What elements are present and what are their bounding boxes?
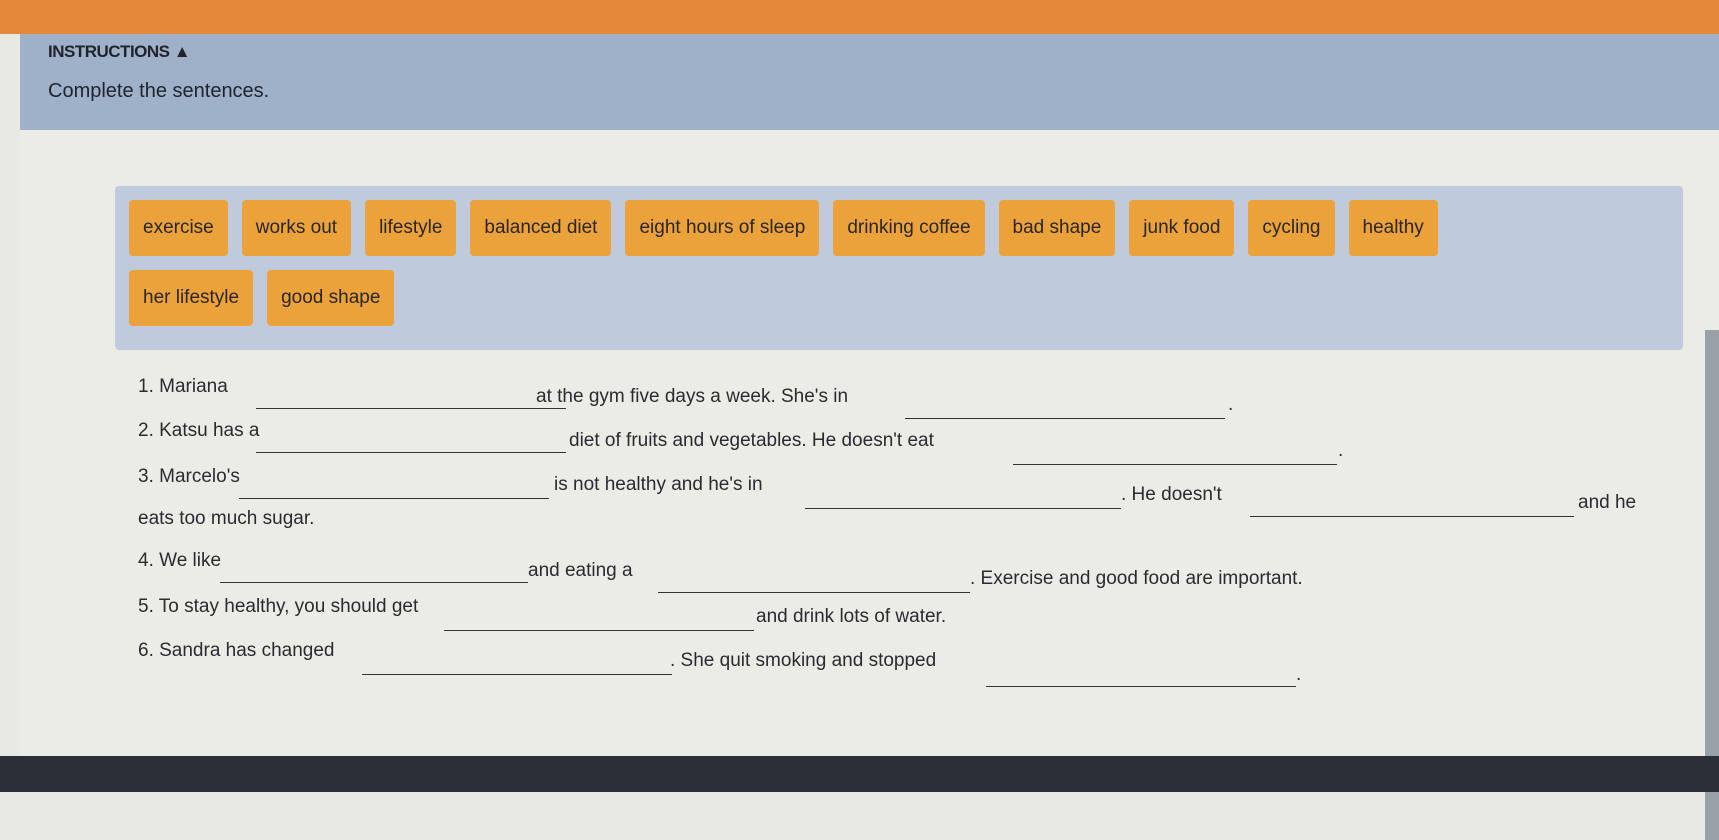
instructions-text: Complete the sentences.: [48, 80, 270, 102]
sentence-3-blank-1[interactable]: [239, 498, 549, 499]
sentence-1-text: at the gym five days a week. She's in: [536, 386, 849, 407]
sentence-4-text: and eating a: [528, 560, 633, 581]
sentence-5-text: 5. To stay healthy, you should get: [138, 596, 419, 617]
sentence-4-text: 4. We like: [138, 550, 222, 571]
word-chip[interactable]: lifestyle: [365, 200, 457, 256]
sentence-3-text: 3. Marcelo's: [138, 466, 240, 487]
sentence-4-blank-1[interactable]: [220, 582, 528, 583]
word-chip[interactable]: junk food: [1129, 200, 1235, 256]
word-chip[interactable]: drinking coffee: [833, 200, 985, 256]
word-chip[interactable]: her lifestyle: [129, 270, 254, 326]
word-chip[interactable]: exercise: [129, 200, 228, 256]
sentence-2-text: 2. Katsu has a: [138, 420, 260, 441]
sentence-2-blank-2[interactable]: [1013, 464, 1337, 465]
bottom-bar: [0, 756, 1719, 792]
sentence-3-blank-2[interactable]: [805, 508, 1121, 509]
sentence-5-text: and drink lots of water.: [756, 606, 947, 627]
word-chip[interactable]: bad shape: [998, 200, 1116, 256]
word-bank: exercise works out lifestyle balanced diet e…: [115, 186, 1683, 350]
sentence-6-text: .: [1296, 664, 1302, 685]
instructions-panel: INSTRUCTIONS ▲ Complete the sentences.: [20, 34, 1719, 130]
sentence-6-blank-2[interactable]: [986, 686, 1296, 687]
sentence-6-blank-1[interactable]: [362, 674, 672, 675]
sentence-5-blank-1[interactable]: [444, 630, 754, 631]
word-chip[interactable]: healthy: [1348, 200, 1438, 256]
sentence-2-text: diet of fruits and vegetables. He doesn'…: [569, 430, 934, 451]
word-chip[interactable]: works out: [241, 200, 352, 256]
exercise-area: exercise works out lifestyle balanced diet e…: [20, 130, 1719, 840]
instructions-toggle[interactable]: INSTRUCTIONS ▲: [48, 42, 191, 62]
sentence-3-text: eats too much sugar.: [138, 508, 315, 529]
sentence-1-text: 1. Mariana: [138, 376, 228, 397]
sentence-3-blank-3[interactable]: [1250, 516, 1574, 517]
sentence-3-text: . He doesn't: [1121, 484, 1222, 505]
sentence-6-text: 6. Sandra has changed: [138, 640, 335, 661]
word-chip[interactable]: cycling: [1248, 200, 1335, 256]
sentence-1-blank-2[interactable]: [905, 418, 1225, 419]
sentence-1-blank-1[interactable]: [256, 408, 566, 409]
top-header-bar: [0, 0, 1719, 34]
sentence-6-text: . She quit smoking and stopped: [670, 650, 937, 671]
sentence-2-text: .: [1338, 440, 1344, 461]
word-chip[interactable]: eight hours of sleep: [625, 200, 820, 256]
sentence-1-text: .: [1228, 394, 1234, 415]
sentence-3-text: is not healthy and he's in: [554, 474, 763, 495]
word-chip[interactable]: balanced diet: [470, 200, 612, 256]
sentence-4-text: . Exercise and good food are important.: [970, 568, 1303, 589]
sentence-2-blank-1[interactable]: [256, 452, 566, 453]
sentence-4-blank-2[interactable]: [658, 592, 970, 593]
sentence-3-text: and he: [1578, 492, 1637, 513]
word-chip[interactable]: good shape: [267, 270, 395, 326]
